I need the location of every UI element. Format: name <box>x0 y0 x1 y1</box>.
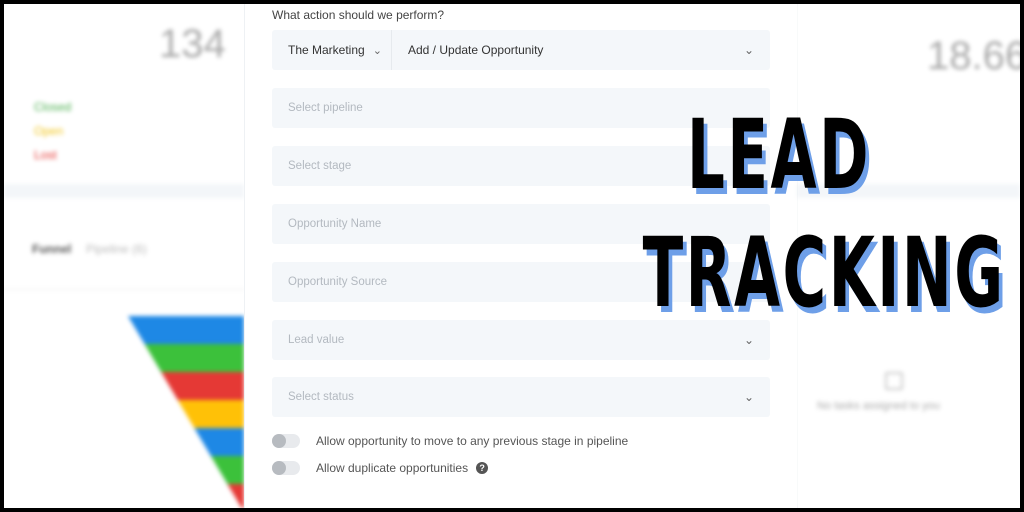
section-divider <box>4 184 244 198</box>
action-selector: The Marketing ⌄ Add / Update Opportunity… <box>272 30 770 70</box>
legend-open: Open <box>34 124 64 138</box>
funnel-stage-7 <box>227 484 244 508</box>
account-label: The Marketing <box>288 43 365 57</box>
status-select[interactable]: Select status ⌄ <box>272 377 770 417</box>
toggle-knob <box>272 434 286 448</box>
duplicate-opportunities-label: Allow duplicate opportunities <box>316 461 469 475</box>
title-line-1: LEAD <box>687 99 871 211</box>
funnel-title: Funnel <box>32 242 72 256</box>
previous-stage-label: Allow opportunity to move to any previou… <box>316 434 629 448</box>
chevron-down-icon: ⌄ <box>372 44 382 57</box>
opportunity-count: 134 <box>159 22 226 66</box>
toggle-row-previous-stage: Allow opportunity to move to any previou… <box>272 434 628 448</box>
duplicate-opportunities-toggle[interactable] <box>272 461 300 475</box>
status-placeholder: Select status <box>288 391 354 403</box>
previous-stage-toggle[interactable] <box>272 434 300 448</box>
legend-lost: Lost <box>34 148 57 162</box>
divider <box>4 289 244 290</box>
funnel-stage-4 <box>177 400 244 428</box>
action-question-label: What action should we perform? <box>272 8 445 22</box>
chevron-down-icon[interactable]: ⌄ <box>744 43 754 57</box>
account-dropdown[interactable]: The Marketing ⌄ <box>272 30 392 70</box>
funnel-stage-6 <box>210 456 244 484</box>
lead-value-placeholder: Lead value <box>288 334 345 346</box>
no-tasks-message: No tasks assigned to you <box>817 400 940 412</box>
funnel-stage-3 <box>161 372 244 400</box>
funnel-subtitle: Pipeline (6) <box>86 242 147 256</box>
lead-tracking-title: LEAD TRACKING <box>642 96 1006 332</box>
left-dashboard-panel: 134 Closed Open Lost Funnel Pipeline (6) <box>4 4 244 508</box>
funnel-stage-2 <box>144 344 244 372</box>
tasks-icon <box>885 372 903 390</box>
value-metric: 18.66 <box>927 34 1020 78</box>
legend-closed: Closed <box>34 100 72 114</box>
funnel-chart <box>128 316 244 508</box>
action-dropdown[interactable]: Add / Update Opportunity <box>392 43 744 57</box>
screenshot-frame: 134 Closed Open Lost Funnel Pipeline (6)… <box>4 4 1020 508</box>
chevron-down-icon[interactable]: ⌄ <box>744 390 754 404</box>
chevron-down-icon[interactable]: ⌄ <box>744 333 754 347</box>
title-line-2: TRACKING <box>642 217 1006 329</box>
toggle-row-duplicates: Allow duplicate opportunities ? <box>272 461 489 475</box>
funnel-stage-5 <box>194 428 244 456</box>
toggle-knob <box>272 461 286 475</box>
funnel-stage-1 <box>128 316 244 344</box>
help-icon[interactable]: ? <box>476 462 489 474</box>
